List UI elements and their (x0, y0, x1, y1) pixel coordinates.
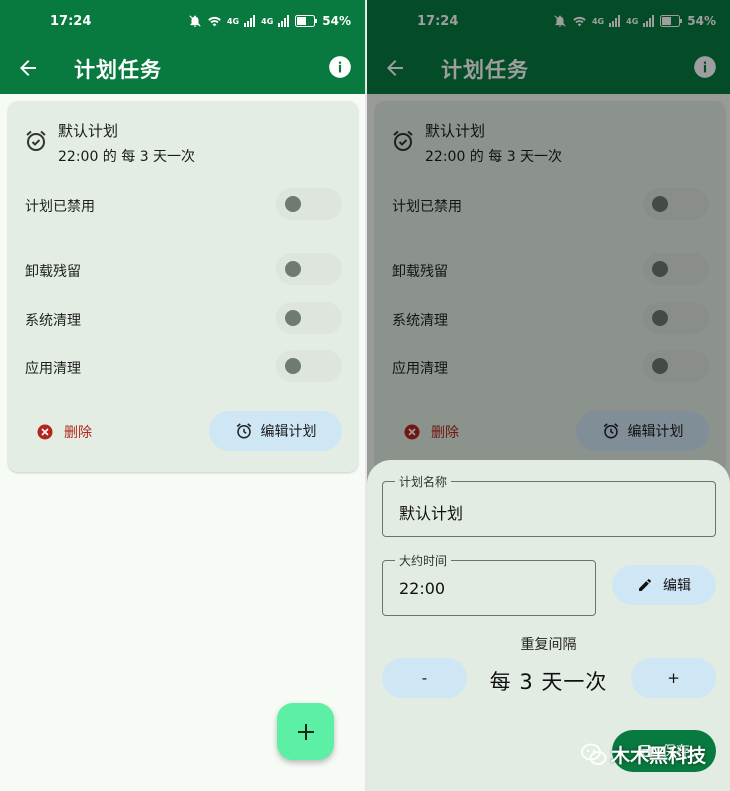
signal-icon (244, 15, 256, 27)
plan-name-field-label: 计划名称 (395, 473, 452, 490)
toggle-label-app: 应用清理 (25, 361, 81, 377)
page-title: 计划任务 (74, 58, 162, 82)
status-icons: 4G 4G 54% (188, 14, 351, 28)
switch-knob (285, 358, 301, 374)
toggle-app-clean[interactable] (276, 350, 342, 382)
repeat-interval-label: 重复间隔 (520, 637, 577, 653)
status-time: 17:24 (50, 14, 92, 29)
right-screen: 17:24 4G 4G 54% 计划任务 默认计划 22:00 的 每 3 天一… (367, 0, 730, 791)
edit-plan-sheet: 计划名称 默认计划 大约时间 22:00 编辑 重复间隔 - 每 3 天一次 + (367, 460, 730, 791)
add-plan-fab[interactable] (277, 703, 334, 760)
battery-percent: 54% (322, 14, 351, 28)
switch-knob (285, 196, 301, 212)
plan-name: 默认计划 (58, 122, 119, 140)
plus-icon (297, 723, 314, 740)
switch-knob (285, 261, 301, 277)
toggle-label-residue: 卸载残留 (25, 264, 81, 280)
screenshot-root: 17:24 4G 4G 54% 计划任务 默认计划 22:00 的 每 3 天一… (0, 0, 730, 791)
delete-label: 删除 (64, 425, 92, 441)
edit-time-label: 编辑 (663, 578, 691, 594)
toggle-uninstall-residue[interactable] (276, 253, 342, 285)
cancel-icon (37, 424, 53, 440)
toggle-system-clean[interactable] (276, 302, 342, 334)
increment-label: + (667, 669, 680, 687)
alarm-icon (26, 130, 46, 151)
edit-plan-label: 编辑计划 (260, 424, 317, 440)
edit-plan-button[interactable]: 编辑计划 (209, 411, 342, 451)
decrement-label: - (421, 669, 428, 687)
plan-name-field-value: 默认计划 (399, 504, 464, 523)
signal-icon-2 (278, 15, 290, 27)
switch-knob (285, 310, 301, 326)
status-bar: 17:24 4G 4G 54% (0, 0, 365, 44)
time-field-label: 大约时间 (395, 552, 452, 569)
repeat-interval-value: 每 3 天一次 (489, 670, 608, 694)
info-icon[interactable] (327, 54, 353, 80)
increment-button[interactable]: + (631, 658, 716, 698)
wifi-icon (208, 16, 221, 26)
left-screen: 17:24 4G 4G 54% 计划任务 默认计划 22:00 的 每 3 天一… (0, 0, 365, 791)
mute-bell-icon (189, 15, 201, 27)
alarm-icon (236, 423, 251, 439)
plan-name-field[interactable]: 计划名称 默认计划 (382, 473, 716, 537)
arrow-back-icon[interactable] (16, 56, 40, 80)
plan-schedule: 22:00 的 每 3 天一次 (58, 149, 196, 165)
watermark: 木木黑科技 (581, 741, 706, 768)
time-field[interactable]: 大约时间 22:00 (382, 552, 596, 616)
time-field-value: 22:00 (399, 579, 446, 598)
battery-icon (295, 15, 318, 27)
edit-time-button[interactable]: 编辑 (612, 565, 716, 605)
plan-card: 默认计划 22:00 的 每 3 天一次 计划已禁用 卸载残留 系统清理 应用清… (8, 101, 358, 472)
toggle-label-system: 系统清理 (25, 313, 81, 329)
net-type-a: 4G (226, 16, 240, 26)
delete-button[interactable]: 删除 (36, 420, 92, 444)
decrement-button[interactable]: - (382, 658, 467, 698)
net-type-b: 4G (261, 16, 274, 26)
pencil-icon (639, 579, 651, 591)
app-bar: 计划任务 (0, 44, 365, 94)
toggle-label-disabled: 计划已禁用 (25, 199, 95, 215)
wechat-icon (581, 743, 607, 765)
watermark-text: 木木黑科技 (611, 745, 707, 767)
toggle-plan-disabled[interactable] (276, 188, 342, 220)
